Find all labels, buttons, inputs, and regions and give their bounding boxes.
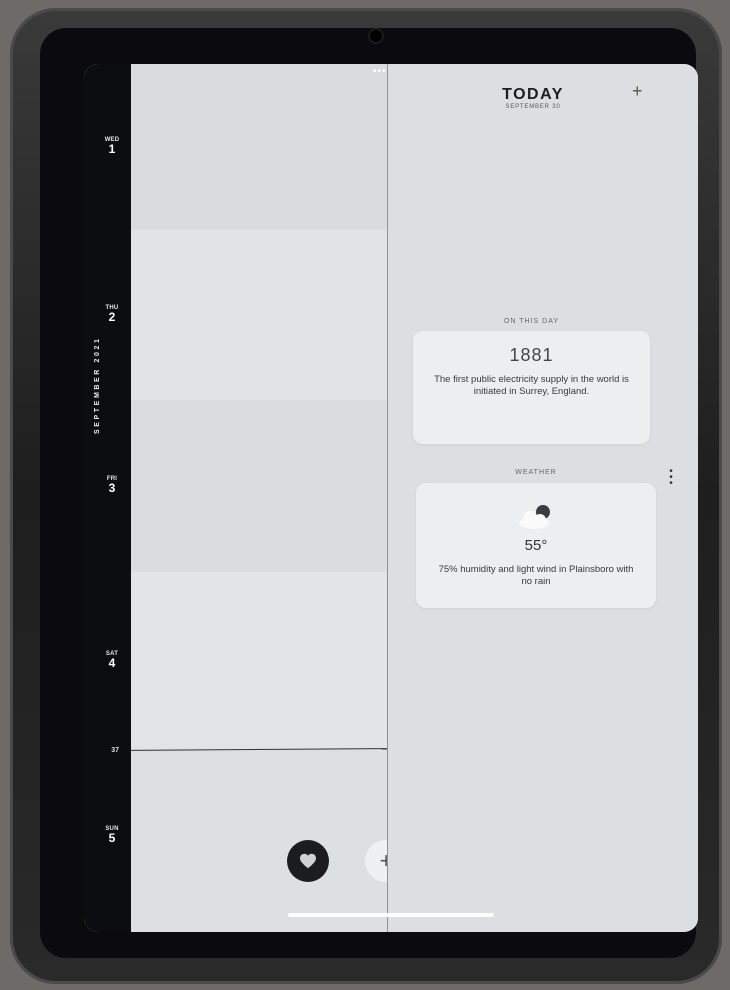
weather-summary: 75% humidity and light wind in Plainsbor… [438,564,634,587]
today-panel: TODAY SEPTEMBER 30 + ON THIS DAY 1881 Th… [388,64,698,932]
date-rail: WED 1 THU 2 FRI 3 SAT 4 37 SUN 5 SEPTEMB… [84,64,131,932]
on-this-day-card[interactable]: 1881 The first public electricity supply… [413,331,650,444]
day-sat-4[interactable]: SAT 4 [102,651,122,669]
day-number: 2 [108,310,116,324]
app-screen: WED 1 THU 2 FRI 3 SAT 4 37 SUN 5 SEPTEMB… [84,64,698,932]
weather-heading: WEATHER [515,469,557,476]
today-date: SEPTEMBER 30 [505,104,561,110]
add-button[interactable]: + [632,81,643,102]
day-sun-5[interactable]: SUN 5 [102,826,122,844]
day-fri-3[interactable]: FRI 3 [102,476,122,494]
home-indicator[interactable] [288,913,494,917]
day-number: 4 [108,656,116,670]
day-number: 1 [108,142,116,156]
month-label: SEPTEMBER 2021 [94,336,101,434]
heart-icon [300,853,316,869]
day-slot-wed[interactable] [131,64,387,230]
day-number: 5 [108,831,116,845]
favorite-button[interactable] [287,840,329,882]
on-this-day-year: 1881 [509,345,554,365]
day-slot-sat[interactable] [131,572,387,749]
multitasking-dots-icon[interactable]: ••• [373,67,387,77]
day-slot-thu[interactable] [131,230,387,400]
calendar-column: + [130,64,407,932]
weather-temperature: 55° [524,537,548,554]
weather-card[interactable]: 55° 75% humidity and light wind in Plain… [416,483,656,608]
front-camera [370,30,382,42]
on-this-day-text: The first public electricity supply in t… [434,374,629,397]
day-slot-fri[interactable] [131,400,387,572]
on-this-day-heading: ON THIS DAY [503,318,560,325]
day-number: 3 [108,481,116,495]
day-slot-sun[interactable] [131,749,387,932]
partly-cloudy-night-icon [513,501,559,531]
day-thu-2[interactable]: THU 2 [102,305,122,323]
week-number: 37 [111,747,119,754]
more-options-icon[interactable]: • • • [668,467,674,489]
day-wed-1[interactable]: WED 1 [102,137,122,155]
